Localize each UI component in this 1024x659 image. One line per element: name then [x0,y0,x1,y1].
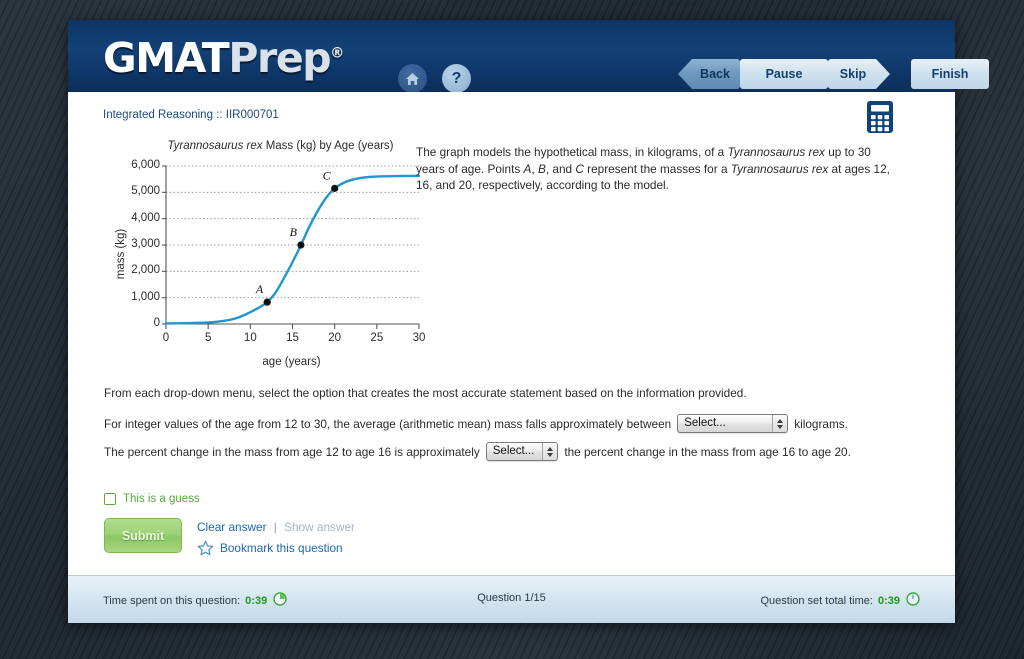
pause-button[interactable]: Pause [740,59,828,89]
total-time-label: Question set total time: [760,594,873,607]
select-average-mass-range[interactable]: Select... [677,414,789,433]
home-glyph [406,72,419,85]
chart-point-label-A: A [255,282,264,296]
instruction-text: From each drop-down menu, select the opt… [104,386,747,400]
x-tick-label: 0 [162,332,170,344]
statement-row-2: The percent change in the mass from age … [104,442,851,461]
back-button[interactable]: Back [678,59,740,89]
x-tick-label: 20 [328,332,342,344]
chart-container: Tyrannosaurus rex Mass (kg) by Age (year… [104,140,449,370]
chart-title: Tyrannosaurus rex Mass (kg) by Age (year… [112,140,449,152]
gmatprep-window: GMATPrep® ? Back Pause Skip Finish Integ… [68,20,989,623]
link-separator: | [273,520,277,534]
prompt-part-4: , and [545,161,576,176]
logo-registered-mark: ® [330,45,345,62]
x-tick-label: 5 [204,332,212,344]
sub-header: Integrated Reasoning :: IIR000701 [68,92,955,140]
select-1-value: Select... [684,416,726,429]
calculator-icon[interactable] [863,100,897,134]
prompt-italic-1: Tyrannosaurus rex [727,145,825,159]
question-mark-glyph: ? [451,69,462,87]
x-tick-label: 15 [286,332,299,344]
prompt-italic-2: Tyrannosaurus rex [730,161,829,176]
clear-answer-link[interactable]: Clear answer [197,520,267,534]
app-header: GMATPrep® ? Back Pause Skip Finish [68,20,989,93]
select-2-value: Select... [492,444,535,457]
answer-links: Clear answer | Show answer [197,520,355,534]
finish-button[interactable]: Finish [911,59,989,89]
question-content: Tyrannosaurus rex Mass (kg) by Age (year… [68,140,955,575]
time-spent-group: Time spent on this question: 0:39 [103,592,287,609]
time-spent-label: Time spent on this question: [103,594,241,607]
total-time-value: 0:39 [877,594,900,607]
logo-prep-text: Prep [228,34,331,82]
prompt-part-5: represent the masses for a [583,161,731,176]
logo-gmat-text: GMAT [103,34,230,82]
statement-2-before: The percent change in the mass from age … [104,444,480,459]
chart-plot: mass (kg) 0 1,000 2,000 3,000 4,000 5,000 6,00… [104,152,449,370]
prompt-part-1: The graph models the hypothetical mass, … [416,145,728,159]
select-percent-change-comparison[interactable]: Select... [485,442,559,461]
clock-icon-empty [906,592,920,609]
total-time-group: Question set total time: 0:39 [760,592,920,609]
statement-1-before: For integer values of the age from 12 to… [104,416,672,431]
this-is-a-guess-checkbox[interactable] [104,493,116,505]
bookmark-question-button[interactable]: Bookmark this question [197,540,343,556]
chart-point-label-C: C [323,168,332,182]
star-outline-icon [197,540,214,556]
x-axis-label: age (years) [262,356,321,368]
bookmark-label: Bookmark this question [220,541,343,555]
statement-1-after: kilograms. [794,416,848,431]
chart-point-label-B: B [290,225,298,239]
prompt-point-b: B [537,161,546,176]
question-prompt: The graph models the hypothetical mass, … [416,144,901,194]
statement-row-1: For integer values of the age from 12 to… [104,414,848,433]
x-tick-label: 10 [243,332,257,344]
calculator-glyph [867,101,893,133]
question-counter: Question 1/15 [477,592,546,604]
select-2-stepper-icon [542,443,558,460]
clock-icon-filled [273,592,287,609]
select-1-stepper-icon [772,415,788,432]
x-tick-label: 25 [370,332,384,344]
chart-svg: A B C [162,165,421,329]
home-icon[interactable] [398,64,427,93]
app-footer: Time spent on this question: 0:39 Questi… [68,575,955,623]
statement-2-after: the percent change in the mass from age … [564,444,851,459]
this-is-a-guess-label[interactable]: This is a guess [123,493,200,505]
skip-button[interactable]: Skip [828,59,890,89]
show-answer-link[interactable]: Show answer [284,520,355,534]
help-icon[interactable]: ? [442,64,471,93]
guess-row: This is a guess [104,493,200,505]
gmatprep-logo: GMATPrep® [103,34,344,82]
x-tick-label: 30 [412,332,426,344]
prompt-point-c: C [575,161,584,176]
submit-button[interactable]: Submit [104,518,182,553]
time-spent-value: 0:39 [245,594,268,607]
chart-title-italic: Tyrannosaurus rex [167,140,263,152]
chart-title-rest: Mass (kg) by Age (years) [262,140,394,152]
breadcrumb: Integrated Reasoning :: IIR000701 [103,109,279,121]
